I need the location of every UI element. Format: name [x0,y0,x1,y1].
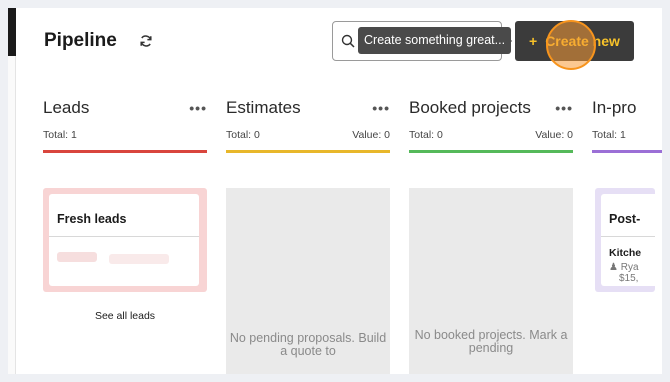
column-leads: Leads ••• Total: 1 [43,98,207,153]
column-total: Total: 0 [226,129,260,141]
more-options-icon[interactable]: ••• [189,100,207,116]
column-title: Estimates [226,98,301,117]
column-estimates: Estimates ••• Total: 0 Value: 0 No pendi… [226,98,390,374]
sidebar-edge [8,8,16,56]
column-totals: Total: 0 Value: 0 [226,129,390,141]
project-amount: $15, [619,273,639,284]
column-body: No pending proposals. Build a quote to [226,188,390,374]
column-booked-projects: Booked projects ••• Total: 0 Value: 0 No… [409,98,573,374]
see-all-leads-link[interactable]: See all leads [43,310,207,322]
divider [49,236,199,237]
app-window: Pipeline Create something great... +Crea… [8,8,662,374]
sidebar-divider [8,56,16,374]
refresh-icon[interactable] [139,34,153,48]
project-owner: Rya [620,262,639,273]
page-title: Pipeline [44,30,117,51]
project-meta: ♟ Rya $15, [609,262,639,284]
column-title: In-pro [592,98,637,117]
column-color-bar [592,150,662,153]
search-icon [341,34,355,48]
in-progress-card-title: Post- [609,212,641,226]
column-total: Total: 1 [43,129,77,141]
empty-state-text: No pending proposals. Build a quote to [229,331,387,358]
empty-state-text: No booked projects. Mark a pending [414,328,568,355]
more-options-icon[interactable]: ••• [372,100,390,116]
more-options-icon[interactable]: ••• [555,100,573,116]
column-color-bar [43,150,207,153]
lead-group-card[interactable]: Fresh leads [43,188,207,292]
lead-card-title: Fresh leads [57,212,127,226]
blurred-content [57,252,97,262]
blurred-content [109,254,169,264]
column-title: Leads [43,98,90,117]
column-value: Value: 0 [535,129,573,141]
lead-card[interactable]: Fresh leads [49,194,199,286]
column-in-progress: In-pro Total: 1 [592,98,662,168]
column-title: Booked projects [409,98,531,117]
column-totals: Total: 0 Value: 0 [409,129,573,141]
divider [601,236,655,237]
column-totals: Total: 1 [43,129,207,141]
create-tooltip: Create something great... [358,27,512,54]
in-progress-card[interactable]: Post- Kitche ♟ Rya $15, [595,188,655,292]
column-totals: Total: 1 [592,129,662,141]
click-highlight [546,20,596,70]
column-total: Total: 0 [409,129,443,141]
plus-icon: + [529,33,538,49]
column-value: Value: 0 [352,129,390,141]
column-color-bar [226,150,390,153]
column-color-bar [409,150,573,153]
column-body: No booked projects. Mark a pending [409,188,573,374]
tooltip-arrow [507,36,512,46]
project-name: Kitche [609,247,642,259]
in-progress-card-inner[interactable]: Post- Kitche ♟ Rya $15, [601,194,655,286]
column-total: Total: 1 [592,129,626,141]
user-icon: ♟ [609,262,618,273]
